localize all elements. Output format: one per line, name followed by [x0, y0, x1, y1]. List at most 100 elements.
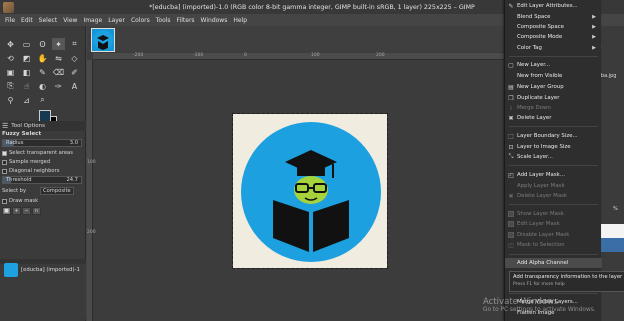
image-canvas[interactable]	[232, 113, 388, 269]
add-mode-icon[interactable]: +	[12, 207, 21, 215]
threshold-slider[interactable]: Threshold 24.7	[2, 176, 82, 184]
tool-options-tab-label[interactable]: Tool Options	[11, 123, 45, 129]
menu-item-layer-to-image-size[interactable]: ⊡ Layer to Image Size	[505, 142, 602, 152]
menu-image[interactable]: Image	[83, 17, 102, 24]
tool-options-tab-icon[interactable]: ☰	[2, 122, 8, 130]
diagonal-neighbors-checkbox[interactable]	[2, 168, 7, 174]
menu-layer[interactable]: Layer	[108, 17, 125, 24]
clone-tool-icon[interactable]: ⎘	[4, 80, 17, 92]
menu-view[interactable]: View	[63, 17, 77, 24]
to-image-size-icon: ⊡	[508, 143, 514, 151]
sample-merged-checkbox[interactable]	[2, 159, 7, 165]
lasso-tool-icon[interactable]: ʘ	[36, 38, 49, 50]
flip-tool-icon[interactable]: ⇋	[52, 52, 65, 64]
menu-item-label: Color Tag	[517, 45, 542, 51]
crop-tool-icon[interactable]: ⌗	[68, 38, 81, 50]
menu-windows[interactable]: Windows	[201, 17, 228, 24]
path-tool-icon[interactable]: ✑	[52, 80, 65, 92]
paintbrush-tool-icon[interactable]: ✎	[36, 66, 49, 78]
move-tool-icon[interactable]: ✥	[4, 38, 17, 50]
menu-filters[interactable]: Filters	[177, 17, 195, 24]
dodge-tool-icon[interactable]: ◐	[36, 80, 49, 92]
submenu-arrow-icon: ▶	[592, 34, 596, 40]
menu-item-delete-layer[interactable]: ✖ Delete Layer	[505, 113, 602, 123]
diagonal-neighbors-label: Diagonal neighbors	[9, 168, 60, 174]
color-picker-tool-icon[interactable]: ⚲	[4, 94, 17, 106]
draw-mask-checkbox[interactable]	[2, 198, 7, 204]
menu-item-add-layer-mask[interactable]: ◰ Add Layer Mask...	[505, 170, 602, 180]
scale-icon: ⤡	[508, 153, 514, 160]
tooltip-hint: Press F1 for more help	[513, 282, 565, 287]
zoom-tool-icon[interactable]: ⌕	[36, 94, 49, 106]
menu-separator	[509, 126, 598, 127]
sample-merged-row: Sample merged	[2, 158, 84, 166]
menu-tools[interactable]: Tools	[156, 17, 171, 24]
ruler-tick-label: 100	[311, 53, 320, 58]
threshold-label: Threshold	[6, 177, 32, 183]
threshold-value: 24.7	[66, 177, 78, 183]
fill-tool-icon[interactable]: ▣	[4, 66, 17, 78]
graduate-reader-illustration	[273, 150, 349, 252]
rect-select-tool-icon[interactable]: ▭	[20, 38, 33, 50]
menu-item-color-tag[interactable]: Color Tag ▶	[505, 43, 602, 53]
menu-item-duplicate-layer[interactable]: ❐ Duplicate Layer	[505, 93, 602, 103]
eraser-tool-icon[interactable]: ⌫	[52, 66, 65, 78]
menu-item-blend-space[interactable]: Blend Space ▶	[505, 12, 602, 22]
menu-item-label: Delete Layer Mask	[517, 193, 568, 199]
menu-item-new-layer[interactable]: ▢ New Layer...	[505, 60, 602, 70]
images-panel: [educba] (imported)-1	[0, 259, 86, 319]
menu-separator	[509, 56, 598, 57]
draw-mask-row: Draw mask	[2, 197, 84, 205]
scale-tool-icon[interactable]: ◩	[20, 52, 33, 64]
menu-item-mask-to-selection: ◫ Mask to Selection	[505, 240, 602, 250]
draw-mask-label: Draw mask	[9, 198, 39, 204]
menu-item-show-layer-mask: Show Layer Mask	[505, 209, 602, 219]
menu-item-scale-layer[interactable]: ⤡ Scale Layer...	[505, 152, 602, 162]
menu-item-composite-space[interactable]: Composite Space ▶	[505, 22, 602, 32]
warp-tool-icon[interactable]: ✋	[36, 52, 49, 64]
measure-tool-icon[interactable]: ⊿	[20, 94, 33, 106]
select-transparent-checkbox[interactable]	[2, 150, 7, 156]
select-transparent-label: Select transparent areas	[9, 150, 73, 156]
menu-colors[interactable]: Colors	[131, 17, 150, 24]
select-mode-row: ■ + − ∩	[2, 207, 84, 215]
menu-select[interactable]: Select	[39, 17, 58, 24]
radius-value: 3.0	[69, 140, 78, 146]
menu-item-label: Layer Boundary Size...	[517, 133, 578, 139]
select-by-combo[interactable]: Composite	[40, 187, 74, 195]
menu-item-layer-boundary-size[interactable]: ⬚ Layer Boundary Size...	[505, 131, 602, 141]
airbrush-tool-icon[interactable]: ✐	[68, 66, 81, 78]
subtract-mode-icon[interactable]: −	[22, 207, 31, 215]
image-thumbnail	[4, 263, 18, 277]
menu-item-edit-layer-attributes[interactable]: ✎ Edit Layer Attributes...	[505, 1, 602, 11]
replace-mode-icon[interactable]: ■	[2, 207, 11, 215]
menu-item-new-from-visible[interactable]: New from Visible	[505, 71, 602, 81]
folder-icon: ▤	[508, 83, 514, 91]
image-tab-thumbnail[interactable]	[91, 28, 115, 52]
intersect-mode-icon[interactable]: ∩	[32, 207, 41, 215]
ruler-tick-label: 200	[87, 230, 96, 235]
menu-file[interactable]: File	[5, 17, 15, 24]
cage-tool-icon[interactable]: ◇	[68, 52, 81, 64]
menu-help[interactable]: Help	[233, 17, 247, 24]
smudge-tool-icon[interactable]: ☝	[20, 80, 33, 92]
sample-merged-label: Sample merged	[9, 159, 51, 165]
mask-selection-icon: ◫	[508, 241, 514, 249]
image-list-item[interactable]: [educba] (imported)-1	[4, 262, 86, 278]
text-tool-icon[interactable]: A	[68, 80, 81, 92]
menu-item-label: Composite Mode	[517, 34, 563, 40]
menu-separator	[509, 254, 598, 255]
menu-item-new-layer-group[interactable]: ▤ New Layer Group	[505, 82, 602, 92]
menu-item-disable-layer-mask: Disable Layer Mask	[505, 230, 602, 240]
gradient-tool-icon[interactable]: ◧	[20, 66, 33, 78]
menu-item-composite-mode[interactable]: Composite Mode ▶	[505, 32, 602, 42]
rotate-tool-icon[interactable]: ⟲	[4, 52, 17, 64]
fuzzy-select-tool-icon[interactable]: ✦	[52, 38, 65, 50]
watermark-subtitle: Go to PC settings to activate Windows.	[483, 307, 596, 313]
menu-item-label: Layer to Image Size	[517, 144, 571, 150]
menu-edit[interactable]: Edit	[21, 17, 33, 24]
radius-row: Radius 3.0	[2, 139, 84, 147]
radius-slider[interactable]: Radius 3.0	[2, 139, 82, 147]
menu-item-label: New from Visible	[517, 73, 563, 79]
menu-item-add-alpha-channel[interactable]: Add Alpha Channel	[505, 258, 602, 268]
